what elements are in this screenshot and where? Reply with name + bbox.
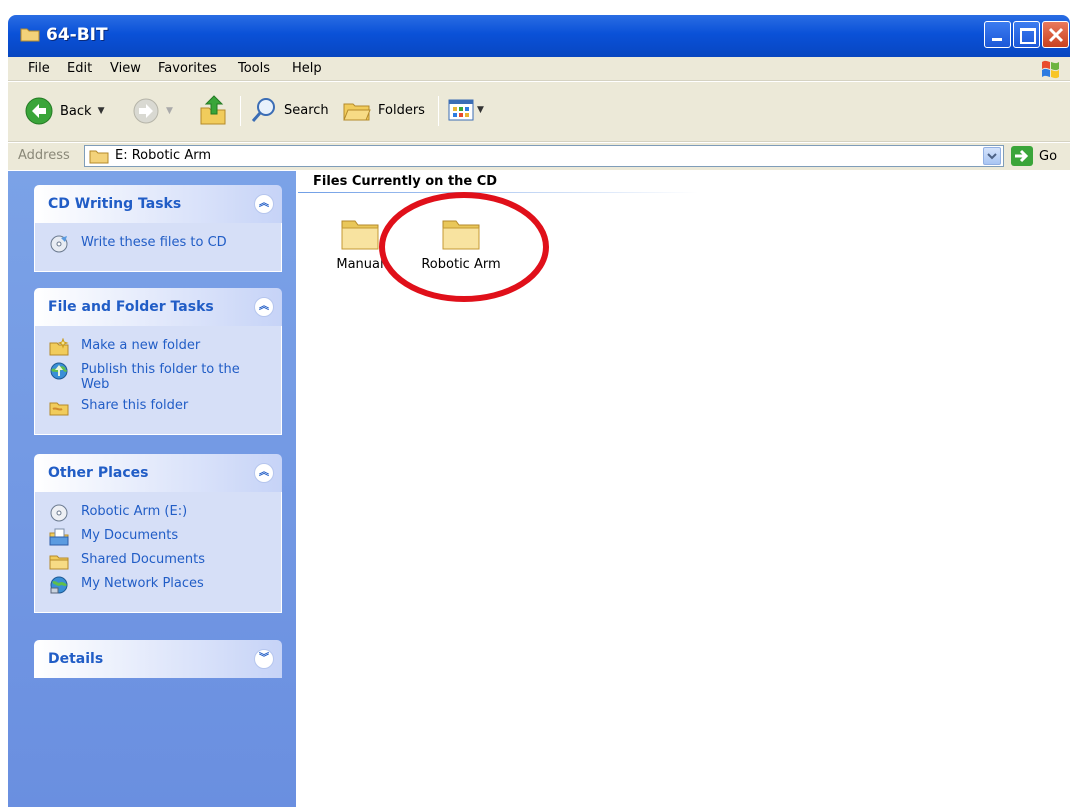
address-label: Address [18, 148, 70, 163]
close-button[interactable] [1042, 21, 1069, 48]
place-robotic-arm-drive[interactable]: Robotic Arm (E:) [49, 504, 271, 522]
back-button[interactable]: Back ▼ [24, 96, 104, 126]
place-my-documents[interactable]: My Documents [49, 528, 271, 546]
place-label: My Network Places [81, 576, 204, 591]
search-icon [251, 98, 275, 122]
panel-body: Write these files to CD [34, 223, 282, 272]
search-label: Search [284, 102, 329, 118]
new-folder-icon [49, 338, 69, 356]
chevron-down-icon[interactable]: ▼ [166, 106, 173, 116]
back-label: Back [60, 103, 92, 119]
panel-header[interactable]: Details ︾ [34, 640, 282, 678]
details-panel: Details ︾ [34, 640, 282, 678]
panel-body: Robotic Arm (E:) My Documents Shared Doc… [34, 492, 282, 613]
place-label: My Documents [81, 528, 179, 543]
highlight-circle [379, 192, 549, 302]
file-folder-tasks-panel: File and Folder Tasks ︽ Make a new folde… [34, 288, 282, 435]
chevron-down-icon[interactable]: ▼ [98, 106, 105, 116]
address-value[interactable]: E: Robotic Arm [115, 148, 211, 163]
close-icon [1048, 27, 1064, 43]
share-folder-icon [49, 402, 69, 416]
cd-writing-tasks-panel: CD Writing Tasks ︽ Write these files to … [34, 185, 282, 272]
other-places-panel: Other Places ︽ Robotic Arm (E:) My Docum… [34, 454, 282, 613]
menu-bar: File Edit View Favorites Tools Help [8, 57, 1070, 81]
task-make-new-folder[interactable]: Make a new folder [49, 338, 271, 356]
place-shared-documents[interactable]: Shared Documents [49, 552, 271, 570]
panel-header[interactable]: CD Writing Tasks ︽ [34, 185, 282, 223]
window-title: 64-BIT [46, 25, 108, 45]
go-label: Go [1039, 148, 1058, 164]
menu-help[interactable]: Help [292, 61, 322, 76]
chevron-down-icon[interactable]: ▼ [477, 105, 484, 115]
maximize-button[interactable] [1013, 21, 1040, 48]
folder-icon [341, 220, 379, 250]
address-field[interactable]: E: Robotic Arm [84, 145, 1004, 167]
minimize-button[interactable] [984, 21, 1011, 48]
task-write-to-cd[interactable]: Write these files to CD [49, 235, 271, 253]
menu-favorites[interactable]: Favorites [158, 61, 217, 76]
up-folder-icon [200, 95, 226, 125]
group-title: Files Currently on the CD [313, 174, 498, 189]
task-share-folder[interactable]: Share this folder [49, 398, 271, 416]
address-bar: Address E: Robotic Arm Go [8, 143, 1070, 170]
menu-edit[interactable]: Edit [67, 61, 92, 76]
collapse-icon[interactable]: ︽ [254, 463, 274, 483]
task-pane: CD Writing Tasks ︽ Write these files to … [8, 171, 296, 807]
toolbar-separator [438, 96, 439, 126]
place-my-network-places[interactable]: My Network Places [49, 576, 271, 594]
collapse-icon[interactable]: ︽ [254, 194, 274, 214]
my-documents-icon [49, 528, 69, 546]
folders-button[interactable]: Folders [342, 96, 425, 124]
views-button[interactable]: ▼ [448, 98, 484, 122]
windows-logo-icon [1042, 60, 1059, 79]
task-label: Share this folder [81, 398, 189, 413]
task-label: Publish this folder to the Web [81, 362, 240, 392]
address-dropdown-button[interactable] [983, 147, 1001, 165]
panel-title: Details [48, 651, 104, 667]
search-button[interactable]: Search [250, 96, 329, 124]
folder-icon [89, 150, 109, 164]
panel-title: Other Places [48, 465, 149, 481]
go-arrow-icon [1011, 146, 1033, 166]
panel-header[interactable]: File and Folder Tasks ︽ [34, 288, 282, 326]
network-places-icon [50, 576, 68, 594]
toolbar-separator [240, 96, 241, 126]
views-icon [448, 99, 474, 121]
panel-header[interactable]: Other Places ︽ [34, 454, 282, 492]
back-arrow-icon [25, 97, 53, 125]
forward-arrow-icon [133, 98, 159, 124]
cd-drive-icon [50, 504, 68, 522]
publish-web-icon [50, 362, 68, 380]
folder-icon [20, 28, 40, 42]
panel-title: CD Writing Tasks [48, 196, 182, 212]
toolbar: Back ▼ ▼ Search Folders ▼ [8, 82, 1070, 142]
panel-body: Make a new folder Publish this folder to… [34, 326, 282, 435]
folders-icon [343, 103, 371, 121]
cd-write-icon [50, 235, 68, 253]
menu-tools[interactable]: Tools [238, 61, 270, 76]
up-folder-button[interactable] [198, 94, 228, 126]
forward-button[interactable]: ▼ [132, 97, 173, 125]
task-label: Write these files to CD [81, 235, 227, 250]
title-bar[interactable]: 64-BIT [8, 15, 1070, 57]
place-label: Shared Documents [81, 552, 206, 567]
menu-file[interactable]: File [28, 61, 50, 76]
go-button[interactable]: Go [1011, 146, 1057, 166]
shared-folder-icon [49, 555, 69, 570]
collapse-icon[interactable]: ︽ [254, 297, 274, 317]
task-label: Make a new folder [81, 338, 201, 353]
chevron-down-icon [987, 153, 997, 160]
folders-label: Folders [378, 102, 425, 118]
expand-icon[interactable]: ︾ [254, 649, 274, 669]
panel-title: File and Folder Tasks [48, 299, 214, 315]
place-label: Robotic Arm (E:) [81, 504, 188, 519]
menu-view[interactable]: View [110, 61, 141, 76]
task-publish-web[interactable]: Publish this folder to the Web [49, 362, 271, 392]
